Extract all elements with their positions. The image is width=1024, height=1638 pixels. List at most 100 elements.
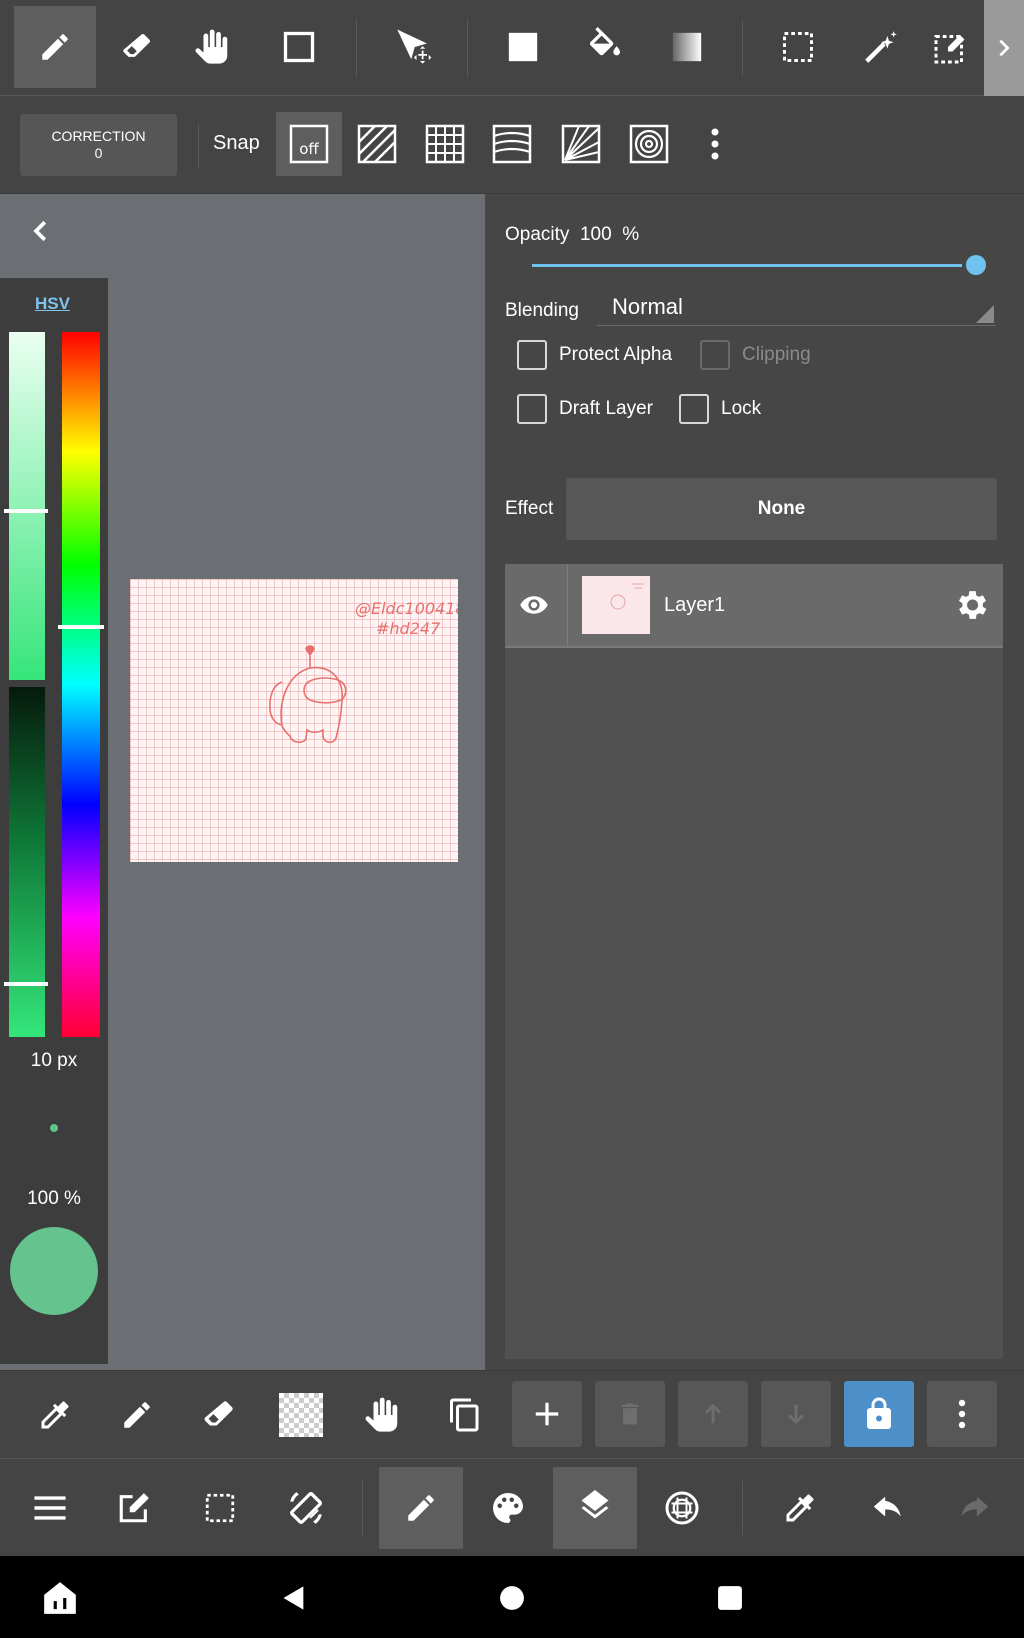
draft-layer-checkbox[interactable]: Draft Layer xyxy=(517,394,653,424)
gradient-tool-button[interactable] xyxy=(646,6,728,88)
back-button[interactable] xyxy=(274,1578,314,1618)
color-panel-tab[interactable] xyxy=(466,1467,550,1549)
blending-mode-select[interactable]: Normal xyxy=(597,288,996,326)
hand-tool-button[interactable] xyxy=(172,6,254,88)
effect-button[interactable]: None xyxy=(566,478,997,540)
snap-circle-button[interactable] xyxy=(616,112,682,176)
recents-button[interactable] xyxy=(710,1578,750,1618)
undo-button[interactable] xyxy=(846,1467,930,1549)
selection-menu-button[interactable] xyxy=(178,1467,262,1549)
palette-icon xyxy=(493,1493,523,1523)
checkbox-icon xyxy=(700,340,730,370)
eyedropper-nav-button[interactable] xyxy=(758,1467,842,1549)
material-panel-tab[interactable] xyxy=(640,1467,724,1549)
rotate-canvas-button[interactable] xyxy=(264,1467,348,1549)
pen-tool-button[interactable] xyxy=(14,6,96,88)
lock-layer-button[interactable] xyxy=(844,1381,914,1447)
copy-button[interactable] xyxy=(432,1383,498,1447)
correction-value: 0 xyxy=(94,145,103,161)
plus-icon xyxy=(535,1402,559,1426)
layer-list: Layer1 xyxy=(505,564,1003,1359)
hand-icon xyxy=(365,1397,398,1432)
lock-checkbox[interactable]: Lock xyxy=(679,394,761,424)
curve-lines-icon xyxy=(492,124,532,164)
snap-radial-button[interactable] xyxy=(548,112,614,176)
brush-size-value[interactable]: 10 px xyxy=(0,1050,108,1072)
clipping-label: Clipping xyxy=(742,344,811,365)
value-marker[interactable] xyxy=(4,982,48,986)
layer-opacity-slider-thumb[interactable] xyxy=(966,255,986,275)
more-vertical-icon xyxy=(958,1399,966,1429)
checkbox-icon xyxy=(679,394,709,424)
home-button[interactable] xyxy=(492,1578,532,1618)
hand-shortcut-button[interactable] xyxy=(350,1383,416,1447)
snap-more-button[interactable] xyxy=(682,112,748,176)
app-shortcut-button[interactable] xyxy=(40,1578,80,1618)
blending-label: Blending xyxy=(505,300,579,321)
brush-opacity-value[interactable]: 100 % xyxy=(0,1188,108,1210)
canvas-area[interactable]: HSV 10 px 100 % @Eldc100418 #hd247 xyxy=(0,194,485,1370)
draft-layer-label: Draft Layer xyxy=(559,398,653,419)
move-layer-down-button[interactable] xyxy=(761,1381,831,1447)
eraser-tool-button[interactable] xyxy=(96,6,178,88)
eyedropper-icon xyxy=(41,1401,69,1429)
pen-icon xyxy=(124,1402,150,1428)
add-layer-button[interactable] xyxy=(512,1381,582,1447)
eraser-icon xyxy=(204,1401,233,1426)
eye-icon xyxy=(520,596,548,614)
fill-color-button[interactable] xyxy=(482,6,564,88)
transparent-color-button[interactable] xyxy=(268,1383,334,1447)
hsv-mode-link[interactable]: HSV xyxy=(35,294,70,314)
lock-icon xyxy=(867,1397,891,1429)
sub-toolbar: CORRECTION 0 Snap off xyxy=(0,96,1024,194)
bucket-tool-button[interactable] xyxy=(564,6,646,88)
move-tool-button[interactable] xyxy=(372,6,454,88)
edit-square-icon xyxy=(119,1493,149,1523)
edit-selection-tool-button[interactable] xyxy=(920,6,982,88)
select-tool-button[interactable] xyxy=(757,6,839,88)
svg-text:off: off xyxy=(299,140,319,158)
checkbox-icon xyxy=(517,340,547,370)
snap-off-button[interactable]: off xyxy=(276,112,342,176)
layer-row[interactable]: Layer1 xyxy=(505,564,1003,648)
hue-marker[interactable] xyxy=(58,625,104,629)
more-tools-button[interactable] xyxy=(984,0,1024,96)
drawing-canvas[interactable]: @Eldc100418 #hd247 xyxy=(130,579,458,862)
clipping-checkbox[interactable]: Clipping xyxy=(700,340,811,370)
saturation-marker[interactable] xyxy=(4,509,48,513)
undo-icon xyxy=(873,1496,901,1517)
arrow-down-icon xyxy=(787,1404,805,1425)
arrow-up-icon xyxy=(704,1403,722,1424)
snap-curve-button[interactable] xyxy=(479,112,545,176)
edit-menu-button[interactable] xyxy=(92,1467,176,1549)
collapse-panel-button[interactable] xyxy=(26,216,56,246)
pen-shortcut-button[interactable] xyxy=(104,1383,170,1447)
redo-button[interactable] xyxy=(932,1467,1016,1549)
layer-menu-button[interactable] xyxy=(927,1381,997,1447)
eyedropper-button[interactable] xyxy=(22,1383,88,1447)
move-layer-up-button[interactable] xyxy=(678,1381,748,1447)
dropdown-arrow-icon xyxy=(976,305,994,323)
layer-opacity-slider[interactable] xyxy=(532,264,962,267)
snap-parallel-button[interactable] xyxy=(344,112,410,176)
correction-label: CORRECTION xyxy=(51,128,146,144)
correction-button[interactable]: CORRECTION 0 xyxy=(20,114,177,176)
magic-wand-icon xyxy=(865,31,897,63)
delete-layer-button[interactable] xyxy=(595,1381,665,1447)
main-menu-button[interactable] xyxy=(8,1467,92,1549)
concentric-circles-icon xyxy=(629,124,669,164)
shape-tool-button[interactable] xyxy=(258,6,340,88)
saturation-bar[interactable] xyxy=(9,332,45,680)
eraser-shortcut-button[interactable] xyxy=(186,1383,252,1447)
layer-visibility-toggle[interactable] xyxy=(517,590,553,620)
circle-home-icon xyxy=(500,1586,524,1610)
current-color-swatch[interactable] xyxy=(10,1227,98,1315)
magic-wand-tool-button[interactable] xyxy=(840,6,922,88)
layer-settings-button[interactable] xyxy=(952,586,990,624)
snap-grid-button[interactable] xyxy=(412,112,478,176)
protect-alpha-checkbox[interactable]: Protect Alpha xyxy=(517,340,672,370)
chevron-right-icon xyxy=(999,39,1010,57)
hue-bar[interactable] xyxy=(62,332,100,1037)
layer-panel-tab[interactable] xyxy=(553,1467,637,1549)
brush-panel-tab[interactable] xyxy=(379,1467,463,1549)
